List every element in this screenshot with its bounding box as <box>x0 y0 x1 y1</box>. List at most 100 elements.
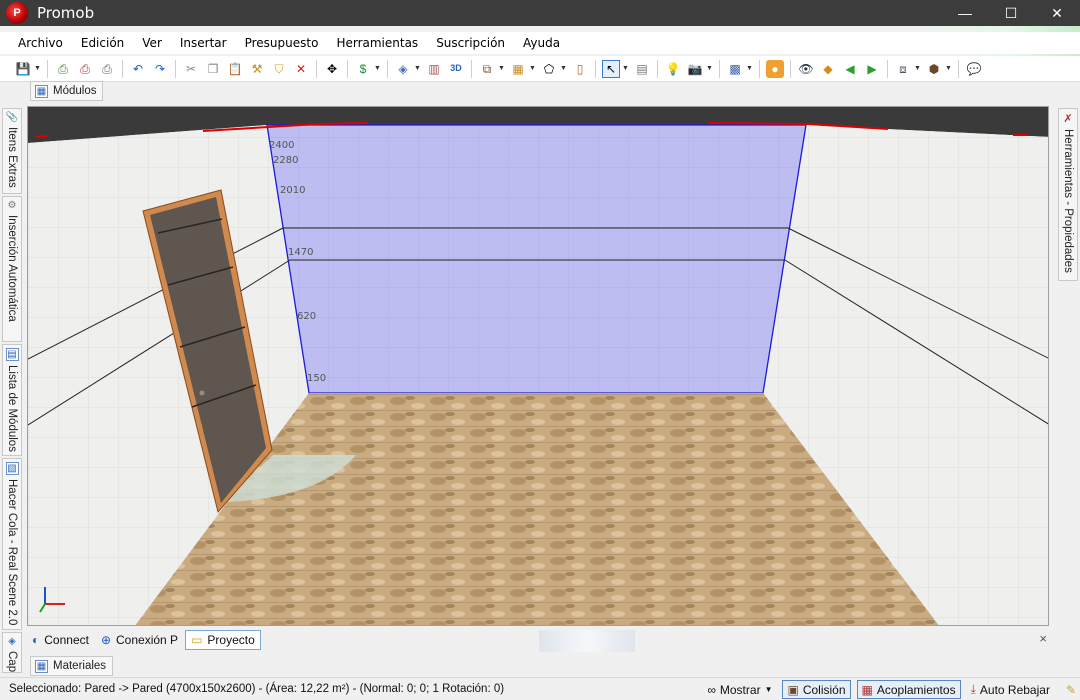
toolbar-separator <box>958 59 959 78</box>
acoplamientos-toggle[interactable]: ▦ Acoplamientos <box>856 680 961 699</box>
tab-insercion-automatica[interactable]: ⚙ Inserción Automática <box>2 196 22 342</box>
render-dropdown-icon[interactable]: ▼ <box>746 65 753 72</box>
tab-conexion-p[interactable]: ⊕ Conexión P <box>96 630 183 650</box>
eye-icon[interactable]: 👁 <box>797 60 815 78</box>
auto-rebajar-toggle[interactable]: ⤓ Auto Rebajar <box>967 680 1054 699</box>
globe-icon: ⊕ <box>100 633 112 647</box>
layers-dropdown-icon[interactable]: ▼ <box>414 65 421 72</box>
hammer-icon[interactable]: ⚒ <box>248 60 266 78</box>
menu-presupuesto[interactable]: Presupuesto <box>236 36 328 50</box>
wall-icon[interactable]: ⧉ <box>478 60 496 78</box>
maximize-button[interactable]: ☐ <box>988 0 1034 26</box>
camera-icon[interactable]: 📷 <box>686 60 704 78</box>
paint-icon[interactable]: ⛉ <box>270 60 288 78</box>
box-dropdown-icon[interactable]: ▼ <box>945 65 952 72</box>
box-icon[interactable]: ⬢ <box>925 60 943 78</box>
print-preview-icon[interactable]: ⎙ <box>54 60 72 78</box>
render-icon[interactable]: ▩ <box>726 60 744 78</box>
dim-label-2010: 2010 <box>280 185 305 196</box>
gear-icon: ⚙ <box>7 200 17 211</box>
chat-icon[interactable]: 💬 <box>965 60 983 78</box>
menu-ver[interactable]: Ver <box>133 36 171 50</box>
arrow-right-icon[interactable]: ▶ <box>863 60 881 78</box>
price-dropdown-icon[interactable]: ▼ <box>374 65 381 72</box>
colision-toggle[interactable]: ▣ Colisión <box>782 680 851 699</box>
selected-back-wall[interactable] <box>266 124 807 394</box>
shape-dropdown-icon[interactable]: ▼ <box>560 65 567 72</box>
door-icon[interactable]: ▯ <box>571 60 589 78</box>
main-toolbar: 💾 ▼ ⎙ ⎙ ⎙ ↶ ↷ ✂ ❐ 📋 ⚒ ⛉ ✕ ✥ $ ▼ ◈ ▼ ▥ 3D ⧉ ▼… <box>0 56 1080 82</box>
rack-dropdown-icon[interactable]: ▼ <box>529 65 536 72</box>
window-title: Promob <box>37 4 95 22</box>
room-scene[interactable]: 2400 2280 2010 1470 620 150 <box>28 107 1049 626</box>
list-icon: ▤ <box>5 348 19 361</box>
undo-icon[interactable]: ↶ <box>129 60 147 78</box>
camera-dropdown-icon[interactable]: ▼ <box>706 65 713 72</box>
menu-archivo[interactable]: Archivo <box>9 36 72 50</box>
materiales-tab[interactable]: ▦ Materiales <box>30 656 114 676</box>
mostrar-button[interactable]: ∞ Mostrar ▼ <box>703 680 776 699</box>
coupling-icon: ▦ <box>861 682 873 697</box>
tab-proyecto[interactable]: ▭ Proyecto <box>185 630 261 650</box>
select-dropdown-icon[interactable]: ▼ <box>622 65 629 72</box>
layers-icon[interactable]: ◈ <box>394 60 412 78</box>
toolbar-separator <box>347 59 348 78</box>
paste-icon[interactable]: 📋 <box>226 60 244 78</box>
close-window-button[interactable]: ✕ <box>1034 0 1080 26</box>
tab-conexion-p-label: Conexión P <box>116 633 179 647</box>
modulos-tab-label: Módulos <box>53 85 97 97</box>
menu-ayuda[interactable]: Ayuda <box>514 36 569 50</box>
pencil-icon[interactable]: ✎ <box>1066 683 1076 697</box>
toolbar-separator <box>759 59 760 78</box>
tab-cap[interactable]: ◈ Cap <box>2 632 22 673</box>
toolbar-separator <box>719 59 720 78</box>
printer-icon[interactable]: ⎙ <box>98 60 116 78</box>
view-frame-icon[interactable]: ⧈ <box>894 60 912 78</box>
toolbar-separator <box>175 59 176 78</box>
delete-icon[interactable]: ✕ <box>292 60 310 78</box>
auto-lower-icon: ⤓ <box>970 682 976 696</box>
modulos-tab[interactable]: ▦ Módulos <box>30 81 104 101</box>
save-dropdown-icon[interactable]: ▼ <box>34 65 41 72</box>
folder-icon: ▭ <box>191 633 203 647</box>
minimize-button[interactable]: — <box>942 0 988 26</box>
toolbar-separator <box>387 59 388 78</box>
tab-hacer-cola[interactable]: ▧ Hacer Cola - Real Scene 2.0 <box>2 458 22 630</box>
select-icon[interactable]: ↖ <box>602 59 620 78</box>
dimension-icon[interactable]: ▥ <box>425 60 443 78</box>
shield-icon[interactable]: ◆ <box>819 60 837 78</box>
close-panel-icon[interactable]: × <box>1039 631 1047 646</box>
rss-icon: ◐ <box>32 633 40 647</box>
copy-icon[interactable]: ❐ <box>204 60 222 78</box>
shape-icon[interactable]: ⬠ <box>540 60 558 78</box>
tab-connect[interactable]: ◐ Connect <box>27 630 94 650</box>
menu-herramientas[interactable]: Herramientas <box>327 36 427 50</box>
menu-bar: Archivo Edición Ver Insertar Presupuesto… <box>0 32 1080 54</box>
move-icon[interactable]: ✥ <box>323 60 341 78</box>
light-icon[interactable]: 💡 <box>664 60 682 78</box>
menu-insertar[interactable]: Insertar <box>171 36 236 50</box>
grid-icon[interactable]: ▤ <box>633 60 651 78</box>
tools-icon: ✗ <box>1063 113 1073 125</box>
tab-herramientas-propiedades[interactable]: ✗ Herramientas - Propiedades <box>1058 108 1078 281</box>
save-icon[interactable]: 💾 <box>14 60 32 78</box>
tab-lista-de-modulos-label: Lista de Módulos <box>6 365 18 452</box>
redo-icon[interactable]: ↷ <box>151 60 169 78</box>
dim-label-1470: 1470 <box>288 247 313 258</box>
print-icon[interactable]: ⎙ <box>76 60 94 78</box>
view-frame-dropdown-icon[interactable]: ▼ <box>914 65 921 72</box>
left-panel-tabs: 📎 Itens Extras ⚙ Inserción Automática ▤ … <box>2 108 22 673</box>
menu-edicion[interactable]: Edición <box>72 36 133 50</box>
menu-suscripcion[interactable]: Suscripción <box>427 36 514 50</box>
arrow-left-icon[interactable]: ◀ <box>841 60 859 78</box>
wall-dropdown-icon[interactable]: ▼ <box>498 65 505 72</box>
view-3d-icon[interactable]: 3D <box>447 60 465 78</box>
tab-lista-de-modulos[interactable]: ▤ Lista de Módulos <box>2 344 22 456</box>
user-icon[interactable]: ● <box>766 59 784 78</box>
price-icon[interactable]: $ <box>354 60 372 78</box>
tab-itens-extras[interactable]: 📎 Itens Extras <box>2 108 22 194</box>
rack-icon[interactable]: ▦ <box>509 60 527 78</box>
3d-viewport[interactable]: 2400 2280 2010 1470 620 150 <box>27 106 1049 626</box>
auto-rebajar-label: Auto Rebajar <box>979 682 1050 697</box>
cut-icon[interactable]: ✂ <box>182 60 200 78</box>
